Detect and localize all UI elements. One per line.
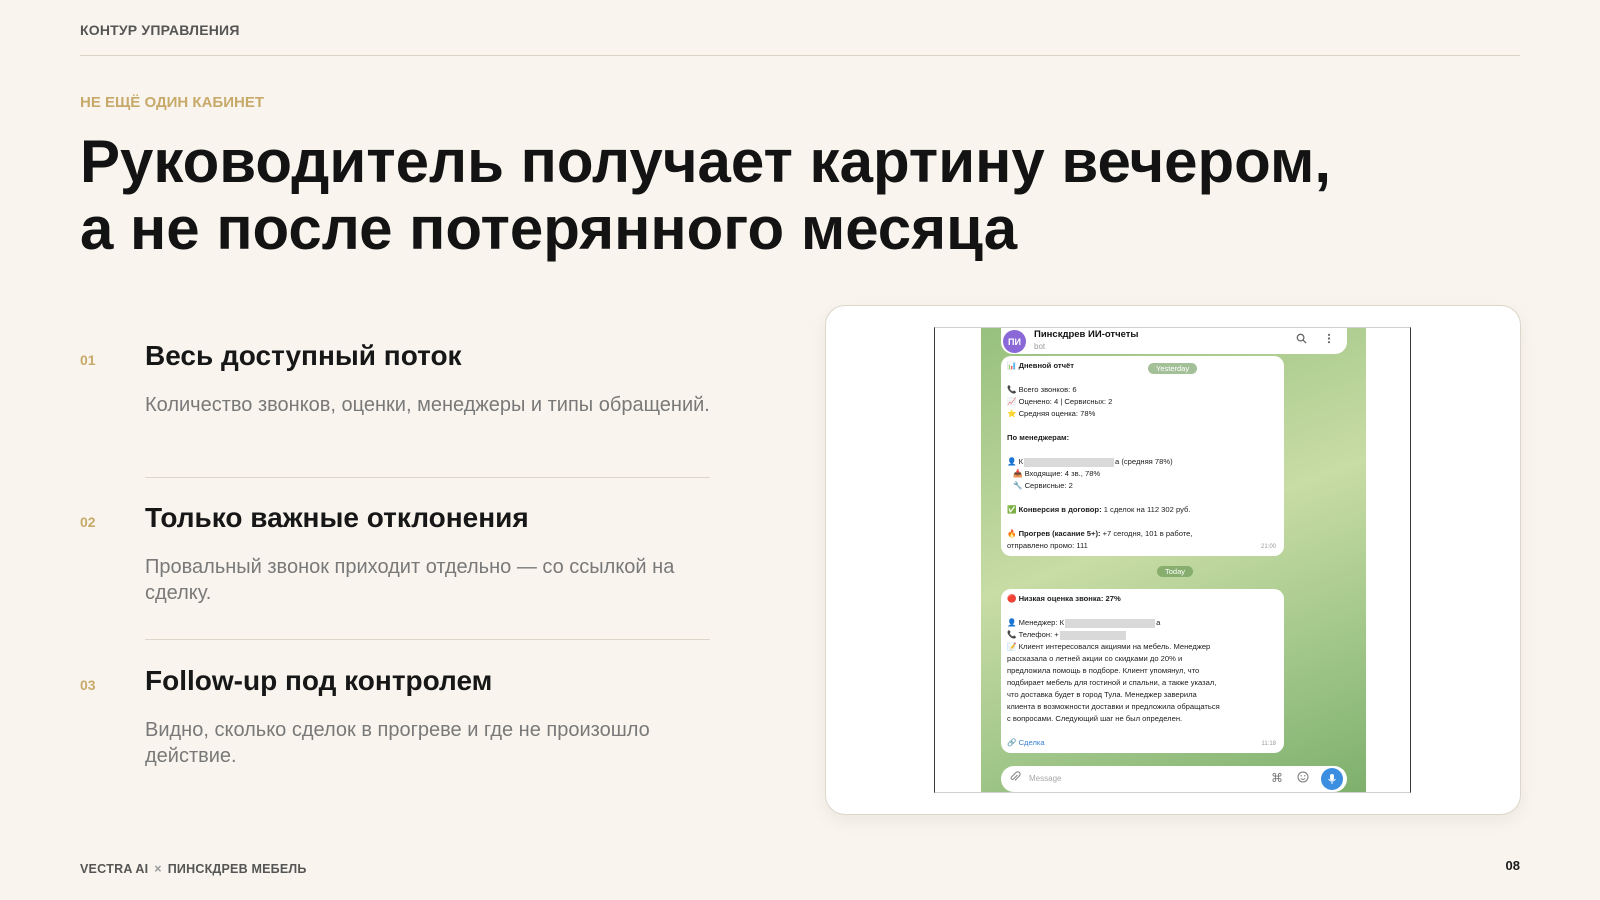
total-calls: 📞 Всего звонков: 6 (1007, 385, 1077, 394)
eyebrow: НЕ ЕЩЁ ОДИН КАБИНЕТ (80, 94, 264, 111)
feature-divider (145, 639, 710, 640)
feature-description: Видно, сколько сделок в прогреве и где н… (145, 719, 650, 767)
rated-calls: 📈 Оценено: 4 | Сервисных: 2 (1007, 397, 1113, 406)
daily-report-message: 📊 Дневной отчёт 📞 Всего звонков: 6 📈 Оце… (1001, 356, 1284, 556)
manager-line: 👤 Ка (средняя 78%) (1007, 457, 1173, 467)
section-label: КОНТУР УПРАВЛЕНИЯ (80, 22, 240, 38)
deal-link[interactable]: 🔗 Сделка (1007, 737, 1278, 749)
feature-title: Весь доступный поток (145, 340, 462, 371)
incoming-calls: 📥 Входящие: 4 зв., 78% (1013, 469, 1101, 478)
chat-name: Пинскдрев ИИ-отчеты (1034, 329, 1139, 340)
footer-brands: VECTRA AI × ПИНСКДРЕВ МЕБЕЛЬ (80, 862, 307, 876)
feature-description: Провальный звонок приходит отдельно — со… (145, 556, 675, 604)
feature-title: Follow-up под контролем (145, 665, 493, 696)
message-time: 21:00 (1260, 544, 1276, 550)
feature-number: 01 (80, 352, 96, 368)
alert-title: 🔴 Низкая оценка звонка: 27% (1007, 594, 1121, 603)
chat-background: ПИ Пинскдрев ИИ-отчеты bot 📊 Дневной отч… (981, 328, 1366, 792)
conversion-line: ✅ Конверсия в договор: 1 сделок на 112 3… (1007, 505, 1191, 514)
low-score-alert-message: 🔴 Низкая оценка звонка: 27% 👤 Менеджер: … (1001, 589, 1284, 753)
average-score: ⭐ Средняя оценка: 78% (1007, 409, 1096, 418)
summary-line: рассказала о летней акции со скидками до… (1007, 654, 1183, 663)
search-icon[interactable] (1296, 333, 1307, 347)
feature-divider (145, 477, 710, 478)
headline: Руководитель получает картину вечером, а… (80, 128, 1380, 262)
emoji-icon[interactable] (1297, 771, 1309, 786)
promo-line: отправлено промо: 111 (1007, 541, 1088, 550)
alert-phone: 📞 Телефон: + (1007, 629, 1278, 641)
telegram-screenshot: ПИ Пинскдрев ИИ-отчеты bot 📊 Дневной отч… (934, 327, 1411, 793)
feature-number: 03 (80, 677, 96, 693)
alert-manager: 👤 Менеджер: Ка (1007, 618, 1161, 628)
microphone-icon[interactable] (1321, 768, 1343, 790)
date-badge-yesterday: Yesterday (1148, 363, 1198, 374)
bot-avatar[interactable]: ПИ (1003, 330, 1026, 353)
summary-line: предложила помощь в подборе. Клиент упом… (1007, 666, 1200, 675)
brand-pinskdrev: ПИНСКДРЕВ МЕБЕЛЬ (167, 862, 307, 876)
service-calls: 🔧 Сервисные: 2 (1013, 481, 1073, 490)
message-input[interactable]: Message (1029, 774, 1061, 783)
headline-line-2: а не после потерянного месяца (80, 195, 1018, 262)
summary-line: подбирает мебель для гостиной и спальни,… (1007, 678, 1217, 687)
redacted-phone (1059, 630, 1126, 640)
brand-vectra: VECTRA AI (80, 862, 149, 876)
summary-line: 📝 Клиент интересовался акциями на мебель… (1007, 642, 1211, 651)
header-divider (80, 55, 1520, 56)
message-time: 11:18 (1261, 741, 1276, 747)
feature-description: Количество звонков, оценки, менеджеры и … (145, 394, 710, 416)
more-vertical-icon[interactable] (1327, 333, 1331, 347)
report-title: 📊 Дневной отчёт (1007, 361, 1074, 370)
summary-line: клиента в возможности доставки и предлож… (1007, 702, 1220, 711)
brand-separator: × (154, 862, 162, 876)
warmup-line: 🔥 Прогрев (касание 5+): +7 сегодня, 101 … (1007, 529, 1193, 538)
page-number: 08 (1505, 858, 1520, 873)
summary-line: с вопросами. Следующий шаг не был опреде… (1007, 714, 1183, 723)
message-composer[interactable]: Message ⌘ (1001, 766, 1347, 792)
chat-header[interactable]: ПИ Пинскдрев ИИ-отчеты bot (1001, 328, 1347, 354)
summary-line: что доставка будет в город Тула. Менедже… (1007, 690, 1197, 699)
redacted-name (1065, 618, 1156, 628)
feature-number: 02 (80, 514, 96, 530)
headline-line-1: Руководитель получает картину вечером, (80, 128, 1332, 195)
attach-icon[interactable] (1009, 771, 1021, 786)
by-managers-heading: По менеджерам: (1007, 433, 1070, 442)
date-badge-today: Today (1157, 566, 1194, 577)
redacted-name (1024, 457, 1114, 467)
command-icon[interactable]: ⌘ (1271, 771, 1283, 785)
chat-status: bot (1034, 342, 1046, 351)
feature-title: Только важные отклонения (145, 502, 529, 533)
